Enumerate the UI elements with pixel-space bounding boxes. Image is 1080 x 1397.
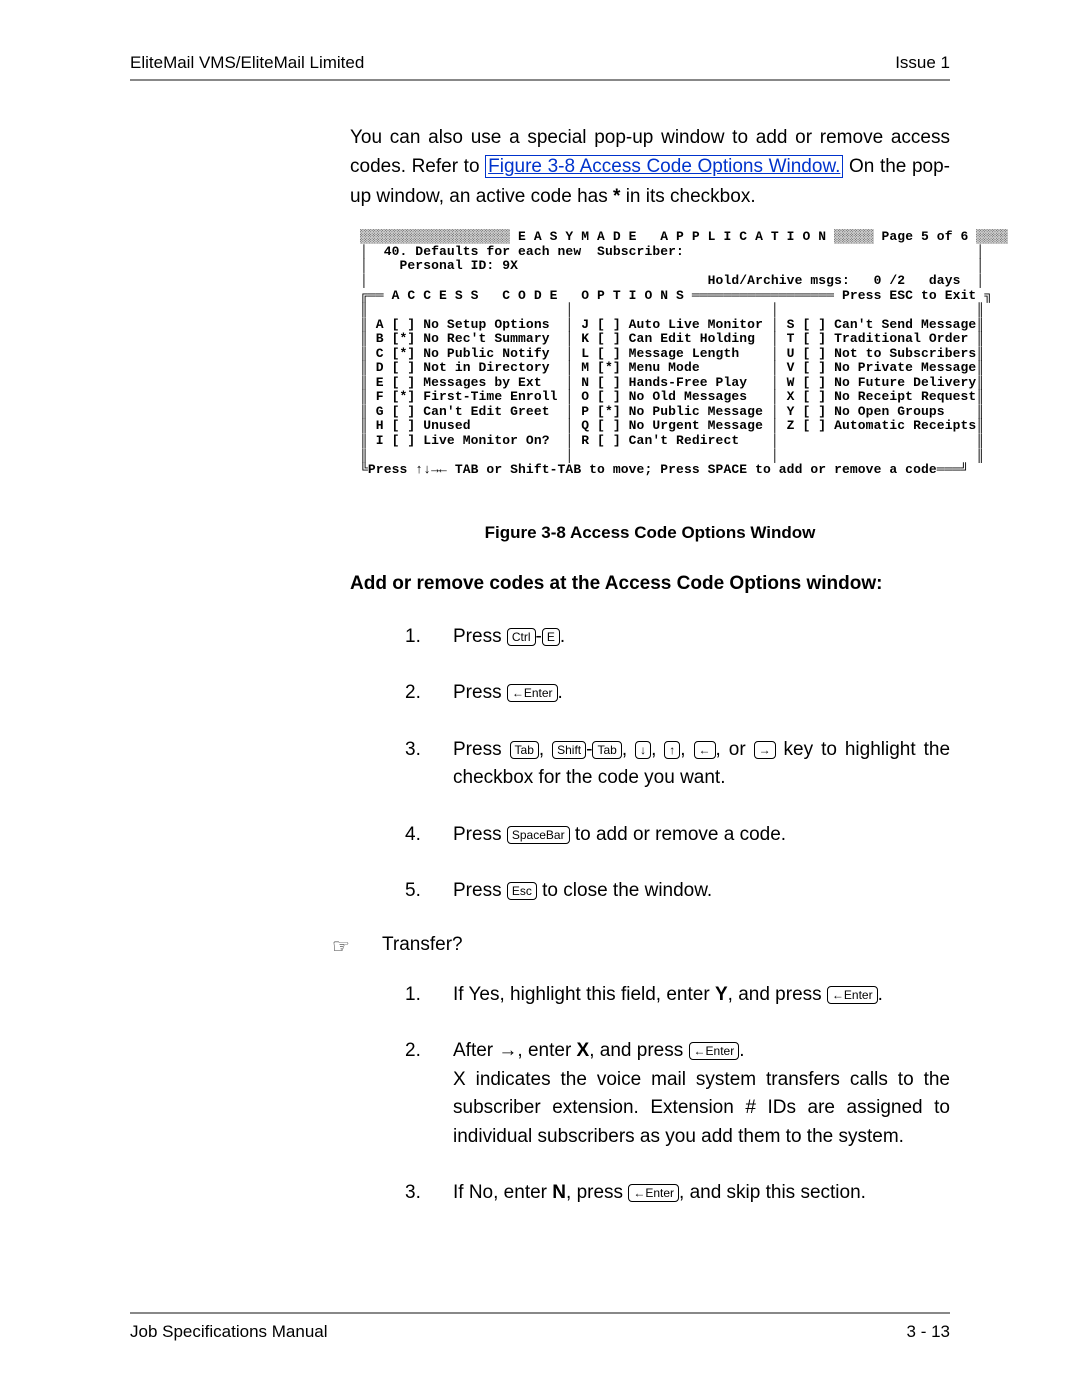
step-1: 1. Press Ctrl-E. xyxy=(405,623,950,652)
step-5: 5. Press Esc to close the window. xyxy=(405,877,950,906)
header-right: Issue 1 xyxy=(895,53,950,73)
page-footer: Job Specifications Manual 3 - 13 xyxy=(130,1312,950,1342)
transfer-step-3: 3. If No, enter N, press ←Enter, and ski… xyxy=(405,1179,950,1208)
transfer-step-2: 2. After →, enter X, and press ←Enter. X… xyxy=(405,1037,950,1151)
footer-right: 3 - 13 xyxy=(907,1322,950,1342)
key-enter: ←Enter xyxy=(827,986,878,1004)
step-3: 3. Press Tab, Shift-Tab, ↓, ↑, ←, or → k… xyxy=(405,736,950,793)
terminal-window: ░░░░░░░░░░░░░░░░░░░ E A S Y M A D E A P … xyxy=(360,230,950,477)
intro-paragraph: You can also use a special pop-up window… xyxy=(350,123,950,211)
key-enter: ←Enter xyxy=(689,1042,740,1060)
key-spacebar: SpaceBar xyxy=(507,826,570,844)
key-e: E xyxy=(542,628,560,646)
footer-left: Job Specifications Manual xyxy=(130,1322,328,1342)
step-2: 2. Press ←Enter. xyxy=(405,679,950,708)
figure-caption: Figure 3-8 Access Code Options Window xyxy=(350,523,950,543)
page-header: EliteMail VMS/EliteMail Limited Issue 1 xyxy=(130,53,950,81)
figure-link[interactable]: Figure 3-8 Access Code Options Window. xyxy=(485,155,843,178)
key-ctrl: Ctrl xyxy=(507,628,536,646)
header-left: EliteMail VMS/EliteMail Limited xyxy=(130,53,364,73)
transfer-heading: ☞ Transfer? xyxy=(332,934,950,959)
hand-icon: ☞ xyxy=(332,934,382,959)
transfer-step-1: 1. If Yes, highlight this field, enter Y… xyxy=(405,981,950,1010)
key-enter: ←Enter xyxy=(507,684,558,702)
key-enter: ←Enter xyxy=(628,1184,679,1202)
section-heading: Add or remove codes at the Access Code O… xyxy=(350,573,950,595)
key-esc: Esc xyxy=(507,882,537,900)
step-4: 4. Press SpaceBar to add or remove a cod… xyxy=(405,821,950,850)
